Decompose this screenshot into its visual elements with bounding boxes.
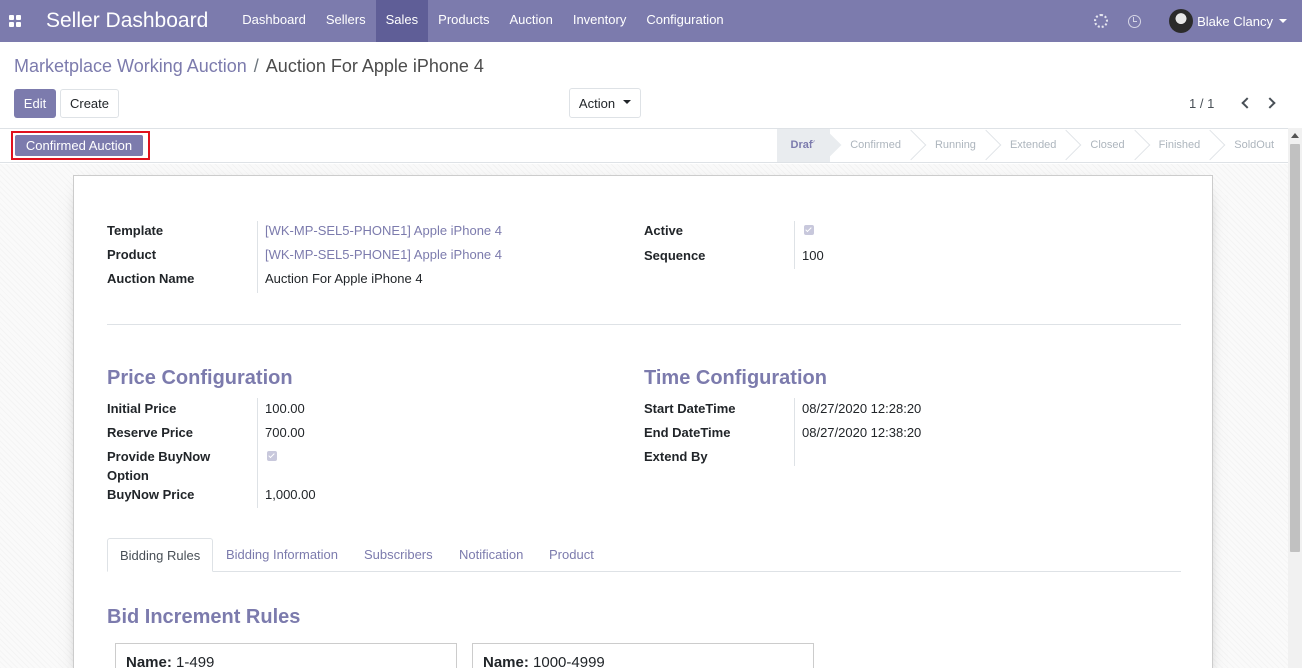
scroll-up-arrow-icon[interactable] <box>1291 133 1299 138</box>
rule-card-title: Name: 1000-4999 <box>483 654 605 668</box>
pager-previous-button[interactable] <box>1238 96 1253 110</box>
rule-name-label: Name: <box>483 654 529 668</box>
breadcrumb-current: Auction For Apple iPhone 4 <box>265 56 484 76</box>
sequence-value: 100 <box>802 248 824 263</box>
chevron-right-icon <box>1264 97 1276 109</box>
top-navbar: Seller Dashboard Dashboard Sellers Sales… <box>0 0 1302 42</box>
loading-spinner-icon <box>1094 14 1109 28</box>
rule-name-value: 1-499 <box>176 654 215 668</box>
menu-item-configuration[interactable]: Configuration <box>636 0 733 42</box>
rule-name-label: Name: <box>126 654 172 668</box>
rule-card-title: Name: 1-499 <box>126 654 214 668</box>
navbar-systray: Blake Clancy <box>1094 0 1302 42</box>
active-label: Active <box>644 223 684 238</box>
chevron-left-icon <box>1241 97 1253 109</box>
auction-name-value: Auction For Apple iPhone 4 <box>265 271 423 286</box>
tab-bidding-rules[interactable]: Bidding Rules <box>107 538 214 572</box>
start-datetime-label: Start DateTime <box>644 401 736 416</box>
end-datetime-label: End DateTime <box>644 425 731 440</box>
field-divider <box>794 398 795 466</box>
pager-value[interactable]: 1 / 1 <box>1189 96 1214 111</box>
menu-item-inventory[interactable]: Inventory <box>563 0 636 42</box>
edit-button[interactable]: Edit <box>14 89 56 118</box>
breadcrumb-parent-link[interactable]: Marketplace Working Auction <box>14 56 247 77</box>
action-label: Action <box>578 95 616 111</box>
create-button[interactable]: Create <box>60 89 119 118</box>
confirmed-auction-button[interactable]: Confirmed Auction <box>15 135 143 156</box>
form-sheet: Template Product Auction Name [WK-MP-SEL… <box>73 175 1213 668</box>
breadcrumb-separator: / <box>253 56 259 76</box>
status-bar: Confirmed Auction Draft Confirmed Runnin… <box>0 128 1288 163</box>
field-divider <box>257 398 258 508</box>
menu-item-auction[interactable]: Auction <box>499 0 562 42</box>
scroll-thumb[interactable] <box>1290 144 1300 552</box>
stage-running[interactable]: Running <box>915 129 990 162</box>
tab-product[interactable]: Product <box>549 538 594 572</box>
rule-name-value: 1000-4999 <box>533 654 605 668</box>
stage-confirmed[interactable]: Confirmed <box>830 129 915 162</box>
notebook-tabs: Bidding Rules Bidding Information Subscr… <box>107 538 1181 572</box>
apps-menu-icon[interactable] <box>0 0 30 42</box>
stage-finished[interactable]: Finished <box>1139 129 1215 162</box>
buynow-option-checkbox[interactable] <box>267 451 277 461</box>
auction-name-label: Auction Name <box>107 271 195 286</box>
initial-price-label: Initial Price <box>107 401 177 416</box>
caret-down-icon[interactable] <box>1279 19 1287 23</box>
tab-subscribers[interactable]: Subscribers <box>364 538 433 572</box>
stage-pipeline: Draft Confirmed Running Extended Closed … <box>776 129 1288 162</box>
tab-notification[interactable]: Notification <box>459 538 523 572</box>
field-divider <box>794 221 795 269</box>
sequence-label: Sequence <box>644 248 706 263</box>
highlight-box: Confirmed Auction <box>11 131 150 160</box>
rule-card[interactable]: Name: 1000-4999 <box>472 643 814 668</box>
extend-by-label: Extend By <box>644 449 708 464</box>
app-brand: Seller Dashboard <box>46 9 209 32</box>
menu-item-products[interactable]: Products <box>428 0 499 42</box>
reserve-price-value: 700.00 <box>265 425 305 440</box>
stage-soldout[interactable]: SoldOut <box>1214 129 1288 162</box>
buynow-price-label: BuyNow Price <box>107 487 195 502</box>
caret-down-icon <box>623 99 632 104</box>
buynow-price-value: 1,000.00 <box>265 487 316 502</box>
template-label: Template <box>107 223 164 238</box>
active-checkbox[interactable] <box>804 225 814 235</box>
section-divider <box>107 324 1181 325</box>
menu-item-dashboard[interactable]: Dashboard <box>232 0 316 42</box>
field-divider <box>257 221 258 293</box>
user-avatar[interactable] <box>1169 9 1194 33</box>
start-datetime-value: 08/27/2020 12:28:20 <box>802 401 922 416</box>
rule-card[interactable]: Name: 1-499 <box>115 643 457 668</box>
breadcrumb: Marketplace Working Auction / Auction Fo… <box>14 56 484 77</box>
stage-draft[interactable]: Draft <box>776 129 831 162</box>
stage-extended[interactable]: Extended <box>990 129 1070 162</box>
activity-clock-icon[interactable] <box>1128 14 1142 28</box>
end-datetime-value: 08/27/2020 12:38:20 <box>802 425 922 440</box>
product-value-link[interactable]: [WK-MP-SEL5-PHONE1] Apple iPhone 4 <box>265 247 502 262</box>
initial-price-value: 100.00 <box>265 401 305 416</box>
tab-bidding-information[interactable]: Bidding Information <box>226 538 338 572</box>
menu-item-sales[interactable]: Sales <box>375 0 429 42</box>
action-dropdown-button[interactable]: Action <box>569 88 641 118</box>
buynow-option-label-line2: Option <box>107 468 149 483</box>
menu-item-sellers[interactable]: Sellers <box>316 0 376 42</box>
scrollbar[interactable] <box>1288 128 1302 668</box>
product-label: Product <box>107 247 157 262</box>
reserve-price-label: Reserve Price <box>107 425 194 440</box>
template-value-link[interactable]: [WK-MP-SEL5-PHONE1] Apple iPhone 4 <box>265 223 502 238</box>
main-menu: Dashboard Sellers Sales Products Auction… <box>232 0 733 42</box>
time-configuration-title: Time Configuration <box>644 367 827 389</box>
buynow-option-label: Provide BuyNow <box>107 449 211 464</box>
bid-increment-rules-title: Bid Increment Rules <box>107 606 301 628</box>
price-configuration-title: Price Configuration <box>107 367 293 389</box>
user-name[interactable]: Blake Clancy <box>1197 14 1273 29</box>
pager-next-button[interactable] <box>1264 96 1279 110</box>
